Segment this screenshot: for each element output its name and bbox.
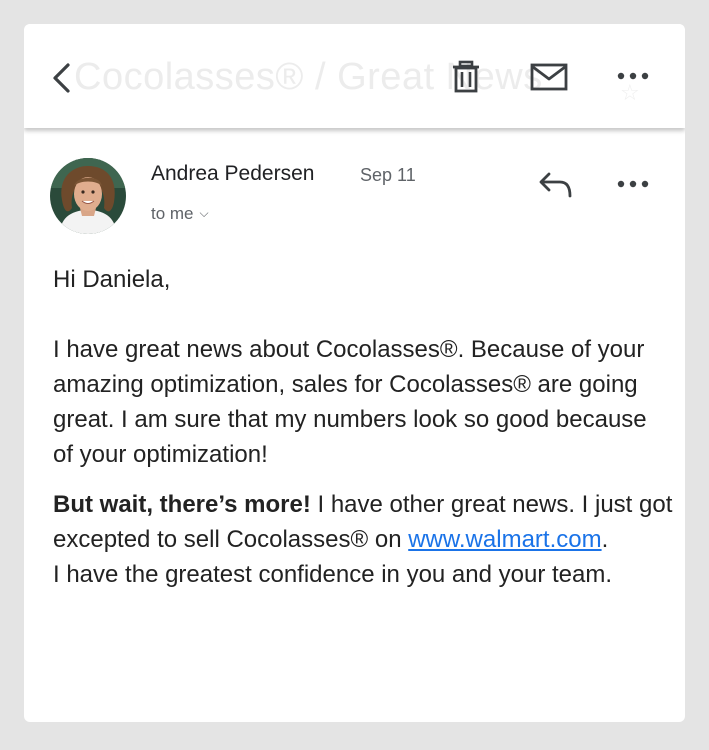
more-horizontal-icon: [617, 72, 649, 80]
bold-lead-in: But wait, there’s more!: [53, 491, 311, 518]
back-button[interactable]: [46, 60, 82, 96]
recipient-details-toggle[interactable]: to me ⌵: [151, 204, 209, 224]
more-horizontal-icon: [617, 180, 649, 188]
body-paragraph-3: I have the greatest confidence in you an…: [53, 561, 613, 588]
walmart-link[interactable]: www.walmart.com: [408, 526, 601, 553]
chevron-down-icon: ⌵: [199, 206, 209, 220]
email-toolbar: Cocolasses® / Great News ☆: [24, 24, 685, 128]
sender-avatar[interactable]: [50, 158, 126, 234]
screen-frame: Cocolasses® / Great News ☆ Andrea Peders…: [0, 0, 709, 750]
greeting: Hi Daniela,: [53, 266, 171, 293]
chevron-left-icon: [53, 63, 70, 93]
reply-button[interactable]: [538, 170, 574, 200]
reply-arrow-icon: [539, 172, 572, 198]
avatar-photo: [50, 158, 126, 234]
recipient-label: to me: [151, 204, 194, 223]
email-card: Cocolasses® / Great News ☆ Andrea Peders…: [24, 24, 685, 722]
envelope-icon: [530, 63, 568, 91]
sent-date: Sep 11: [360, 165, 416, 185]
body-paragraph-1: I have great news about Cocolasses®. Bec…: [53, 336, 647, 468]
body-paragraph-2: But wait, there’s more! I have other gre…: [53, 487, 673, 557]
trash-icon: [453, 60, 479, 93]
message-more-button[interactable]: [616, 174, 650, 194]
more-options-button[interactable]: [616, 66, 650, 86]
sender-name[interactable]: Andrea Pedersen: [151, 162, 314, 186]
message-body: Hi Daniela, I have great news about Coco…: [53, 262, 673, 592]
delete-button[interactable]: [450, 60, 482, 94]
mark-unread-button[interactable]: [530, 62, 568, 92]
body-paragraph-2-end: .: [601, 526, 609, 553]
